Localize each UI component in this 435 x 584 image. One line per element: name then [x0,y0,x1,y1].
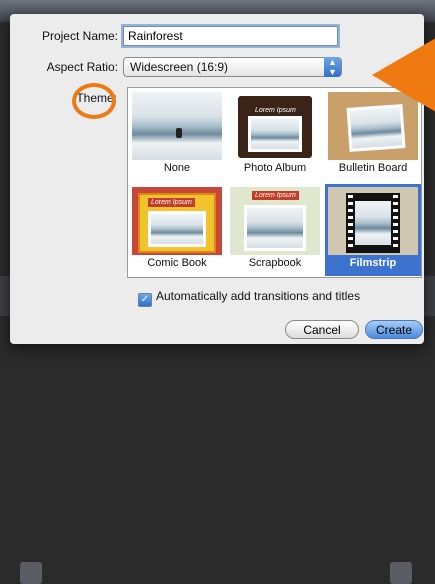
thumb-title: Lorem Ipsum [255,107,296,114]
photo-frame [148,211,206,247]
auto-transitions-option[interactable]: ✓ Automatically add transitions and title… [138,289,360,307]
comic-frame: Lorem Ipsum [138,193,216,253]
theme-thumbnail: Lorem Ipsum [132,187,222,255]
theme-photo-album[interactable]: Lorem Ipsum Photo Album [227,89,323,181]
theme-label-scrapbook: Scrapbook [248,257,302,269]
theme-filmstrip[interactable]: Filmstrip [325,184,421,276]
new-project-sheet: Project Name: Aspect Ratio: Widescreen (… [10,14,424,344]
theme-label-bulletin-board: Bulletin Board [338,162,408,174]
project-name-field[interactable] [123,26,338,46]
aspect-ratio-label: Aspect Ratio: [46,60,118,74]
project-name-label: Project Name: [41,29,118,43]
theme-grid: None Lorem Ipsum Photo Album Bulletin Bo… [127,87,422,278]
theme-none[interactable]: None [129,89,225,181]
theme-label-comic-book: Comic Book [147,257,207,269]
surfer-figure [176,128,182,138]
auto-transitions-label: Automatically add transitions and titles [156,289,361,303]
photo-album-cover: Lorem Ipsum [238,96,312,158]
annotation-circle [72,83,116,119]
background-tool-icon [390,562,412,584]
theme-scrapbook[interactable]: Lorem Ipsum Scrapbook [227,184,323,276]
photo-frame [355,201,391,245]
select-arrows-icon: ▲ ▼ [324,57,341,77]
theme-label-photo-album: Photo Album [243,162,307,174]
cancel-button[interactable]: Cancel [285,320,359,339]
theme-thumbnail: Lorem Ipsum [230,92,320,160]
theme-label-none: None [163,162,191,174]
background-tool-icon [20,562,42,584]
aspect-ratio-select[interactable]: Widescreen (16:9) ▲ ▼ [123,57,342,77]
photo-frame [244,205,306,251]
annotation-arrow [372,38,435,112]
theme-thumbnail [328,187,418,255]
thumb-title: Lorem Ipsum [252,191,299,200]
theme-thumbnail [132,92,222,160]
photo-frame [248,116,302,152]
aspect-ratio-value: Widescreen (16:9) [130,60,229,74]
theme-comic-book[interactable]: Lorem Ipsum Comic Book [129,184,225,276]
create-button[interactable]: Create [365,320,423,339]
checkbox-checked-icon[interactable]: ✓ [138,293,152,307]
filmstrip-frame [346,193,400,253]
theme-thumbnail: Lorem Ipsum [230,187,320,255]
thumb-title: Lorem Ipsum [148,198,195,207]
theme-label-filmstrip: Filmstrip [349,257,397,269]
